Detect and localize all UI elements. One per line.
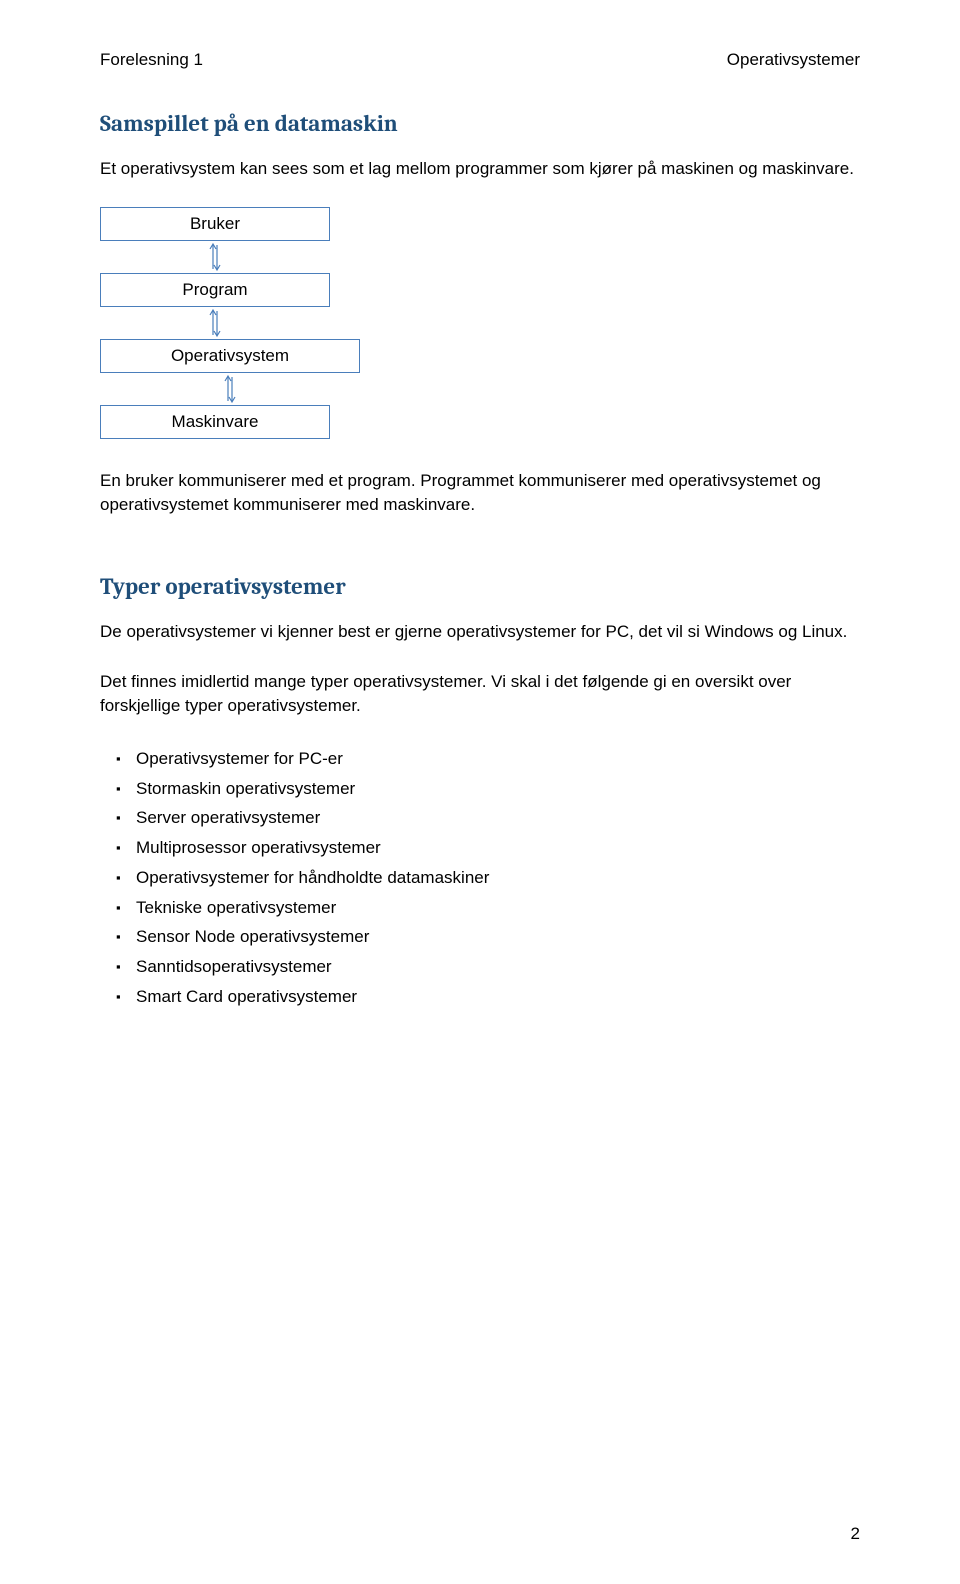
spacer xyxy=(100,543,860,573)
page-number: 2 xyxy=(851,1524,860,1544)
section1-para1: Et operativsystem kan sees som et lag me… xyxy=(100,157,860,182)
layer-diagram: Bruker Program Operativsystem xyxy=(100,207,860,439)
list-item: Sensor Node operativsystemer xyxy=(136,922,860,952)
section-1: Samspillet på en datamaskin Et operativs… xyxy=(100,110,860,518)
section1-heading: Samspillet på en datamaskin xyxy=(100,110,860,137)
diagram-box-maskinvare: Maskinvare xyxy=(100,405,330,439)
list-item: Sanntidsoperativsystemer xyxy=(136,952,860,982)
os-types-list: Operativsystemer for PC-er Stormaskin op… xyxy=(100,744,860,1012)
diagram-box-program: Program xyxy=(100,273,330,307)
diagram-box-bruker: Bruker xyxy=(100,207,330,241)
page-header: Forelesning 1 Operativsystemer xyxy=(100,50,860,70)
list-item: Operativsystemer for PC-er xyxy=(136,744,860,774)
list-item: Operativsystemer for håndholdte datamask… xyxy=(136,863,860,893)
list-item: Tekniske operativsystemer xyxy=(136,893,860,923)
bidirectional-arrow-icon xyxy=(100,373,360,405)
bidirectional-arrow-icon xyxy=(100,241,330,273)
section2-para1: De operativsystemer vi kjenner best er g… xyxy=(100,620,860,645)
diagram-box-operativsystem: Operativsystem xyxy=(100,339,360,373)
list-item: Smart Card operativsystemer xyxy=(136,982,860,1012)
section-2: Typer operativsystemer De operativsystem… xyxy=(100,573,860,1012)
list-item: Server operativsystemer xyxy=(136,803,860,833)
section2-para2: Det finnes imidlertid mange typer operat… xyxy=(100,670,860,719)
header-left: Forelesning 1 xyxy=(100,50,203,70)
section2-heading: Typer operativsystemer xyxy=(100,573,860,600)
list-item: Multiprosessor operativsystemer xyxy=(136,833,860,863)
list-item: Stormaskin operativsystemer xyxy=(136,774,860,804)
section1-para2: En bruker kommuniserer med et program. P… xyxy=(100,469,860,518)
header-right: Operativsystemer xyxy=(727,50,860,70)
bidirectional-arrow-icon xyxy=(100,307,330,339)
